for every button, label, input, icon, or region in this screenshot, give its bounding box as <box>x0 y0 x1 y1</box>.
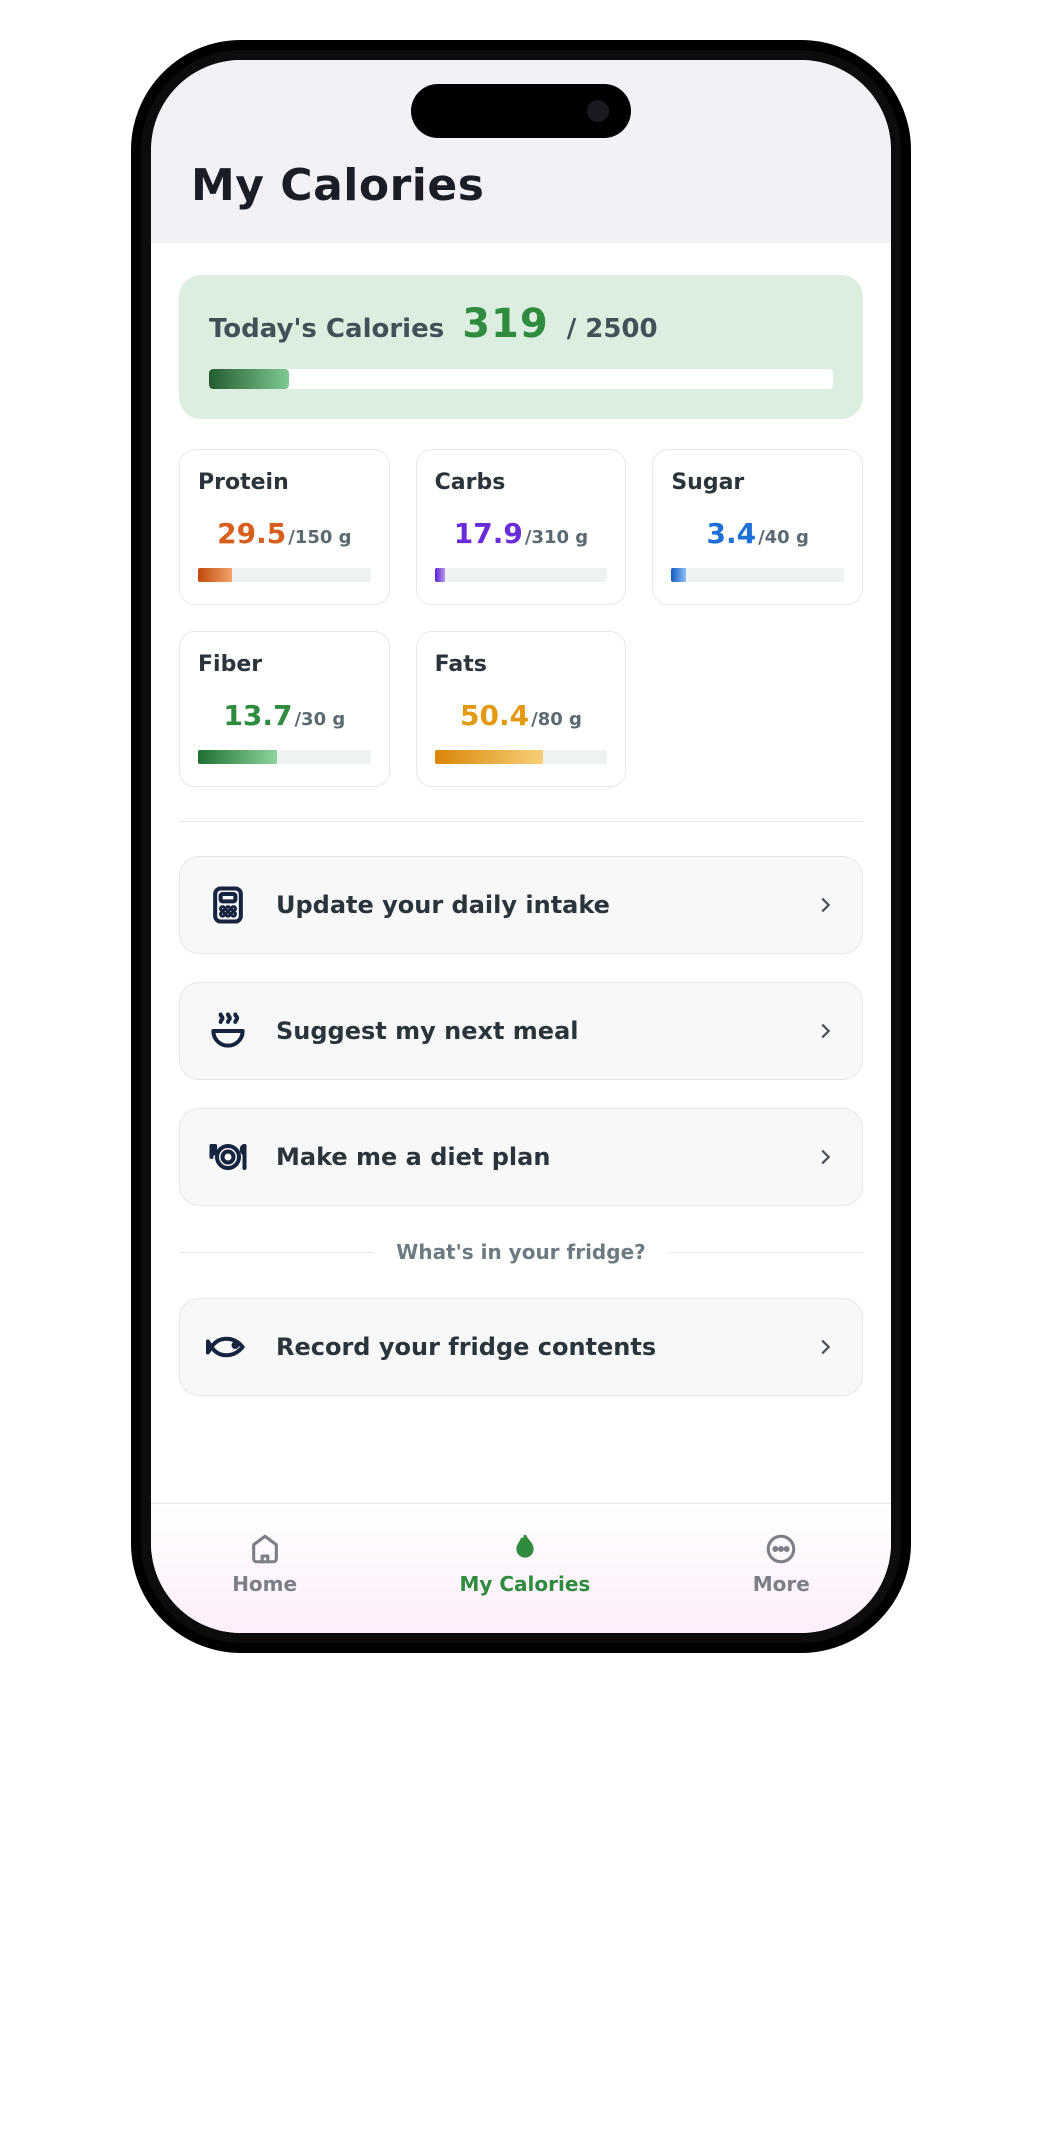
action-label: Suggest my next meal <box>276 1017 788 1045</box>
macro-card-sugar: Sugar 3.4/40 g <box>652 449 863 605</box>
action-calculator[interactable]: Update your daily intake <box>179 856 863 954</box>
today-max: 2500 <box>585 314 657 344</box>
macro-progress-fill <box>198 568 232 582</box>
tab-my-calories[interactable]: My Calories <box>459 1532 590 1596</box>
today-progress-fill <box>209 369 289 389</box>
macro-progress-fill <box>435 750 544 764</box>
today-value: 319 <box>462 301 549 347</box>
chevron-right-icon <box>814 1336 836 1358</box>
action-label: Update your daily intake <box>276 891 788 919</box>
action-label: Record your fridge contents <box>276 1333 788 1361</box>
macro-progress-fill <box>671 568 686 582</box>
macro-max: /150 g <box>288 527 351 548</box>
macro-progress-track <box>435 568 608 582</box>
macro-value: 50.4 <box>460 699 529 732</box>
today-label: Today's Calories <box>209 314 444 344</box>
action-label: Make me a diet plan <box>276 1143 788 1171</box>
macro-max: /310 g <box>525 527 588 548</box>
action-soup[interactable]: Suggest my next meal <box>179 982 863 1080</box>
macro-progress-track <box>198 568 371 582</box>
macro-value: 17.9 <box>454 517 523 550</box>
macro-label: Fiber <box>198 652 371 677</box>
macro-card-carbs: Carbs 17.9/310 g <box>416 449 627 605</box>
page-title: My Calories <box>191 160 851 211</box>
macro-label: Carbs <box>435 470 608 495</box>
macro-card-protein: Protein 29.5/150 g <box>179 449 390 605</box>
fridge-heading: What's in your fridge? <box>179 1240 863 1264</box>
macro-progress-track <box>198 750 371 764</box>
macro-card-fats: Fats 50.4/80 g <box>416 631 627 787</box>
tab-more[interactable]: More <box>753 1532 810 1596</box>
plate-icon <box>206 1135 250 1179</box>
macro-card-fiber: Fiber 13.7/30 g <box>179 631 390 787</box>
chevron-right-icon <box>814 894 836 916</box>
calculator-icon <box>206 883 250 927</box>
home-icon <box>248 1532 282 1566</box>
tab-label: My Calories <box>459 1572 590 1596</box>
tab-label: More <box>753 1572 810 1596</box>
macro-progress-track <box>671 568 844 582</box>
tab-bar: Home My Calories More <box>151 1503 891 1633</box>
macro-max: /80 g <box>531 709 582 730</box>
macro-value: 3.4 <box>706 517 756 550</box>
action-record-fridge[interactable]: Record your fridge contents <box>179 1298 863 1396</box>
macro-max: /40 g <box>758 527 809 548</box>
macro-label: Sugar <box>671 470 844 495</box>
fish-icon <box>206 1325 250 1369</box>
macro-value: 13.7 <box>223 699 292 732</box>
divider <box>179 821 863 822</box>
macro-progress-fill <box>435 568 445 582</box>
today-calories-card: Today's Calories 319 / 2500 <box>179 275 863 419</box>
macro-label: Protein <box>198 470 371 495</box>
tab-home[interactable]: Home <box>232 1532 297 1596</box>
chevron-right-icon <box>814 1020 836 1042</box>
tab-label: Home <box>232 1572 297 1596</box>
action-plate[interactable]: Make me a diet plan <box>179 1108 863 1206</box>
today-sep: / <box>567 314 577 344</box>
macro-progress-fill <box>198 750 277 764</box>
more-icon <box>764 1532 798 1566</box>
macro-label: Fats <box>435 652 608 677</box>
soup-icon <box>206 1009 250 1053</box>
macro-max: /30 g <box>294 709 345 730</box>
today-progress-track <box>209 369 833 389</box>
chevron-right-icon <box>814 1146 836 1168</box>
flame-icon <box>508 1532 542 1566</box>
macro-value: 29.5 <box>217 517 286 550</box>
macro-progress-track <box>435 750 608 764</box>
